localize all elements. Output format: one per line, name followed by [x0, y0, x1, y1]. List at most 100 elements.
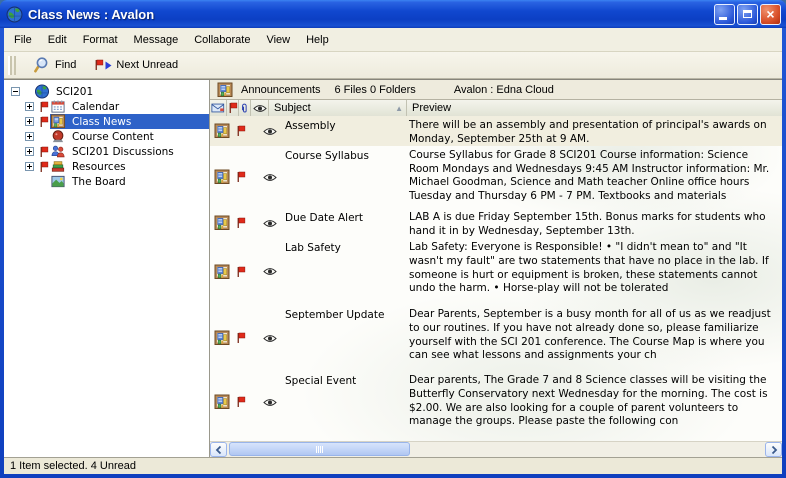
message-row-lab-safety[interactable]: Lab Safety Lab Safety: Everyone is Respo…: [210, 238, 782, 305]
next-unread-icon: [94, 59, 112, 71]
message-preview: LAB A is due Friday September 15th. Bonu…: [407, 208, 782, 238]
bulletin-board-icon: [50, 114, 66, 129]
paperclip-icon: [239, 102, 250, 115]
maximize-icon: [743, 10, 752, 18]
envelope-icon: [211, 101, 225, 115]
play-arrow-icon: [105, 61, 112, 70]
menu-format[interactable]: Format: [75, 28, 126, 51]
collapse-icon[interactable]: [11, 87, 20, 96]
bulletin-board-icon: [214, 169, 230, 185]
message-row-assembly[interactable]: Assembly There will be an assembly and p…: [210, 116, 782, 146]
message-row-special-event[interactable]: Special Event Dear parents, The Grade 7 …: [210, 371, 782, 433]
scrollbar-thumb[interactable]: [229, 442, 410, 456]
tree-label: Resources: [69, 161, 129, 173]
close-icon: ×: [766, 7, 774, 21]
eye-icon: [263, 267, 277, 276]
flag-icon: [39, 146, 49, 158]
flag-icon: [236, 332, 246, 344]
selected-tree-item[interactable]: Class News: [50, 114, 209, 129]
folder-tree: SCI201 Calendar Class News: [4, 80, 210, 457]
conference-info-bar: Announcements 6 Files 0 Folders Avalon :…: [210, 80, 782, 100]
eye-icon: [253, 104, 267, 113]
menu-help[interactable]: Help: [298, 28, 337, 51]
expand-icon[interactable]: [25, 147, 34, 156]
flag-icon: [39, 101, 49, 113]
scroll-right-button[interactable]: [765, 442, 782, 457]
message-subject: Special Event: [280, 371, 407, 433]
chevron-left-icon: [214, 444, 224, 456]
message-subject: Assembly: [280, 116, 407, 146]
next-unread-button[interactable]: Next Unread: [85, 56, 187, 74]
expand-icon[interactable]: [25, 117, 34, 126]
tree-label: Calendar: [69, 101, 122, 113]
tree-label: SCI201 Discussions: [69, 146, 177, 158]
title-bar[interactable]: Class News : Avalon ×: [0, 0, 786, 28]
sort-ascending-icon[interactable]: ▲: [395, 104, 403, 113]
subject-header-label: Subject: [274, 102, 311, 114]
maximize-button[interactable]: [737, 4, 758, 25]
toolbar: Find Next Unread: [4, 52, 782, 79]
app-window: Class News : Avalon × File Edit Format M…: [0, 0, 786, 478]
find-button[interactable]: Find: [24, 53, 85, 77]
menu-edit[interactable]: Edit: [40, 28, 75, 51]
menu-view[interactable]: View: [258, 28, 298, 51]
expand-icon[interactable]: [25, 102, 34, 111]
magnifier-icon: [33, 56, 51, 74]
preview-header-label: Preview: [412, 102, 451, 114]
course-content-icon: [50, 129, 66, 144]
window-title: Class News : Avalon: [28, 7, 714, 22]
tree-item-resources[interactable]: Resources: [4, 159, 209, 174]
status-text: 1 Item selected. 4 Unread: [10, 460, 136, 472]
flag-icon: [236, 217, 246, 229]
bulletin-board-icon: [214, 264, 230, 280]
horizontal-scrollbar[interactable]: [210, 441, 782, 457]
message-subject: Due Date Alert: [280, 208, 407, 238]
close-button[interactable]: ×: [760, 4, 781, 25]
expand-icon[interactable]: [25, 132, 34, 141]
flag-icon: [236, 171, 246, 183]
message-subject: Lab Safety: [280, 238, 407, 305]
tree-label: SCI201: [53, 86, 96, 98]
message-row-course-syllabus[interactable]: Course Syllabus Course Syllabus for Grad…: [210, 146, 782, 208]
menu-bar: File Edit Format Message Collaborate Vie…: [4, 28, 782, 52]
tree-item-sci201[interactable]: SCI201: [4, 84, 209, 99]
message-row-september-update[interactable]: September Update Dear Parents, September…: [210, 305, 782, 371]
menu-message[interactable]: Message: [126, 28, 187, 51]
tree-item-the-board[interactable]: The Board: [4, 174, 209, 189]
message-preview: Course Syllabus for Grade 8 SCI201 Cours…: [407, 146, 782, 208]
bulletin-board-icon: [214, 215, 230, 231]
tree-item-course-content[interactable]: Course Content: [4, 129, 209, 144]
eye-icon: [263, 334, 277, 343]
eye-icon: [263, 127, 277, 136]
column-flag[interactable]: [227, 100, 239, 116]
scroll-left-button[interactable]: [210, 442, 227, 457]
minimize-button[interactable]: [714, 4, 735, 25]
flag-icon: [236, 266, 246, 278]
flag-icon: [94, 59, 104, 71]
column-preview[interactable]: Preview: [407, 100, 782, 116]
tree-item-discussions[interactable]: SCI201 Discussions: [4, 144, 209, 159]
message-row-due-date-alert[interactable]: Due Date Alert LAB A is due Friday Septe…: [210, 208, 782, 238]
toolbar-grip[interactable]: [8, 56, 16, 75]
menu-collaborate[interactable]: Collaborate: [186, 28, 258, 51]
expand-icon[interactable]: [25, 162, 34, 171]
file-folder-counts: 6 Files 0 Folders: [335, 84, 416, 96]
column-views[interactable]: [251, 100, 269, 116]
tree-item-calendar[interactable]: Calendar: [4, 99, 209, 114]
scrollbar-track[interactable]: [227, 442, 765, 457]
tree-label: Course Content: [69, 131, 157, 143]
menu-file[interactable]: File: [6, 28, 40, 51]
bulletin-board-icon: [214, 394, 230, 410]
chevron-right-icon: [769, 444, 779, 456]
server-location: Avalon : Edna Cloud: [454, 84, 554, 96]
message-subject: September Update: [280, 305, 407, 371]
column-attachment[interactable]: [239, 100, 251, 116]
status-bar: 1 Item selected. 4 Unread: [4, 457, 782, 474]
column-subject[interactable]: Subject ▲: [269, 100, 407, 116]
column-header-row: Subject ▲ Preview: [210, 100, 782, 116]
picture-icon: [50, 174, 66, 189]
tree-item-class-news[interactable]: Class News: [4, 114, 209, 129]
flag-icon: [39, 161, 49, 173]
column-envelope[interactable]: [210, 100, 227, 116]
people-icon: [50, 144, 66, 159]
